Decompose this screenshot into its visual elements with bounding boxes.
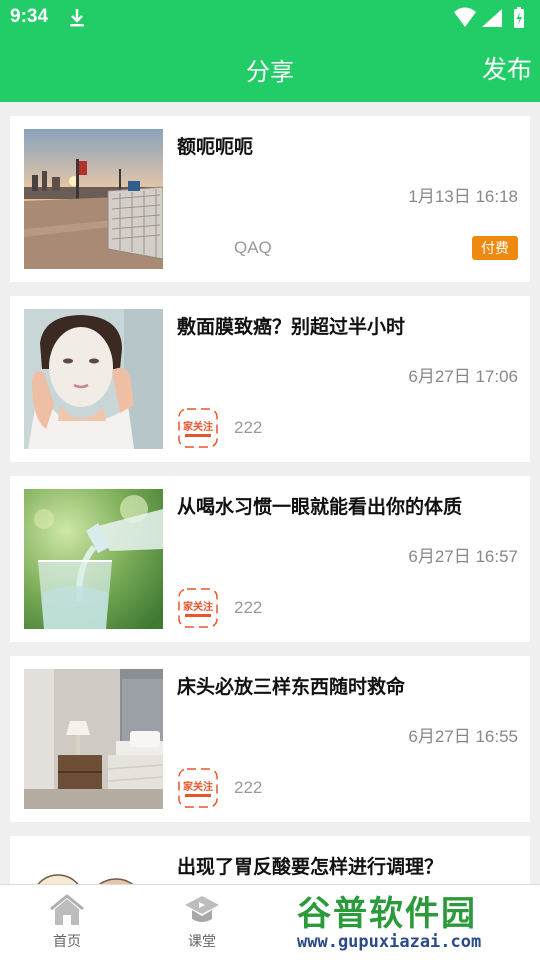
card-author: QAQ <box>234 238 272 257</box>
paid-badge: 付费 <box>472 236 518 260</box>
face-mask-photo <box>24 309 163 449</box>
watermark-title: 谷普软件园 <box>297 894 477 934</box>
card-author: 222 <box>234 418 263 437</box>
page-title: 分享 <box>246 58 294 86</box>
download-icon <box>70 9 84 27</box>
watermark-url: www.gupuxiazai.com <box>297 932 482 952</box>
author-avatar-logo: 家关注 <box>178 588 218 628</box>
tab-home-label: 首页 <box>53 934 81 950</box>
card-title: 床头必放三样东西随时救命 <box>177 676 406 698</box>
site-watermark: 谷普软件园 www.gupuxiazai.com <box>295 884 540 960</box>
status-time: 9:34 <box>10 6 49 27</box>
cartoon-photo <box>24 849 163 884</box>
water-glass-photo <box>24 489 163 629</box>
feed-card[interactable]: 出现了胃反酸要怎样进行调理？ <box>10 836 530 884</box>
card-author: 222 <box>234 598 263 617</box>
home-icon <box>50 894 84 925</box>
feed-card[interactable]: 额呃呃呃 1月13日 16:18 QAQ 付费 <box>10 116 530 282</box>
card-time: 6月27日 16:55 <box>408 727 518 746</box>
tab-classroom-label: 课堂 <box>188 934 216 950</box>
wifi-icon <box>454 7 476 27</box>
feed-card[interactable]: 敷面膜致癌？别超过半小时 6月27日 17:06 家关注 222 <box>10 296 530 462</box>
share-feed[interactable]: 额呃呃呃 1月13日 16:18 QAQ 付费 敷面膜致癌？别超过半小时 6月2… <box>0 102 540 884</box>
svg-text:家关注: 家关注 <box>183 780 213 793</box>
card-title: 出现了胃反酸要怎样进行调理？ <box>177 856 444 878</box>
signal-icon <box>482 9 502 27</box>
graduation-cap-icon <box>185 896 219 922</box>
svg-text:家关注: 家关注 <box>183 420 213 433</box>
card-time: 6月27日 16:57 <box>408 547 518 566</box>
card-author: 222 <box>234 778 263 797</box>
author-avatar-logo: 家关注 <box>178 768 218 808</box>
card-title: 敷面膜致癌？别超过半小时 <box>177 316 406 338</box>
sunset-plaza-photo <box>24 129 163 269</box>
feed-card[interactable]: 床头必放三样东西随时救命 6月27日 16:55 家关注 222 <box>10 656 530 822</box>
status-bar: 9:34 <box>0 0 540 36</box>
author-avatar-logo: 家关注 <box>178 408 218 448</box>
card-title: 从喝水习惯一眼就能看出你的体质 <box>177 496 463 518</box>
svg-text:家关注: 家关注 <box>183 600 213 613</box>
tab-home[interactable]: 首页 <box>32 893 102 951</box>
app-header: 分享 发布 <box>0 36 540 102</box>
tab-classroom[interactable]: 课堂 <box>167 893 237 951</box>
card-title: 额呃呃呃 <box>177 136 254 158</box>
feed-card[interactable]: 从喝水习惯一眼就能看出你的体质 6月27日 16:57 家关注 222 <box>10 476 530 642</box>
system-status-icons <box>454 7 524 28</box>
card-time: 1月13日 16:18 <box>408 187 518 206</box>
card-time: 6月27日 17:06 <box>408 367 518 386</box>
publish-button[interactable]: 发布 <box>482 50 532 86</box>
bedroom-photo <box>24 669 163 809</box>
